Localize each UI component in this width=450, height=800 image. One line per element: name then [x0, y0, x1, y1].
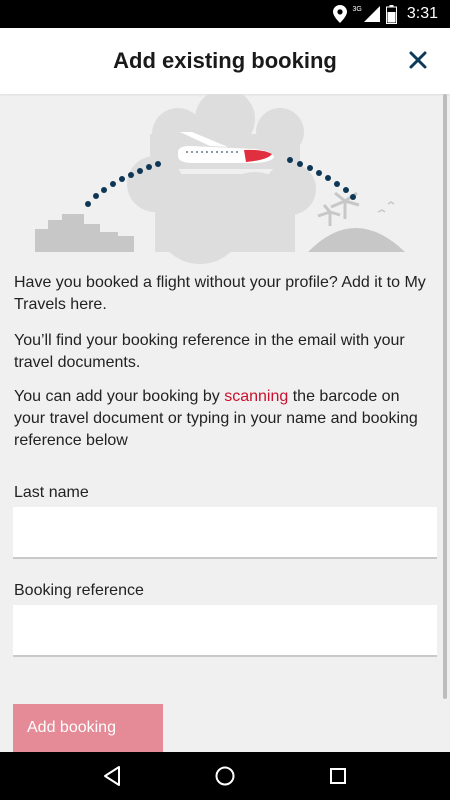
intro-text-3-start: You can add your booking by	[14, 388, 225, 405]
cloud-icon	[127, 94, 316, 264]
status-bar: 3G 3:31	[0, 0, 450, 28]
scrollbar[interactable]	[443, 94, 447, 699]
status-time: 3:31	[406, 5, 438, 22]
add-booking-button[interactable]: Add booking	[13, 704, 163, 752]
screen: 3G 3:31 Add existing booking Have you bo…	[0, 0, 450, 800]
battery-icon	[385, 4, 397, 24]
back-button[interactable]	[97, 761, 127, 791]
flight-illustration	[35, 94, 405, 264]
island-icon	[308, 191, 405, 252]
home-button[interactable]	[210, 761, 240, 791]
recents-button[interactable]	[323, 761, 353, 791]
booking-reference-label: Booking reference	[14, 582, 144, 599]
intro-text-3: You can add your booking by scanning the…	[14, 386, 434, 452]
signal-icon	[363, 6, 380, 22]
scanning-link[interactable]: scanning	[224, 388, 288, 405]
intro-text-2: You’ll find your booking reference in th…	[14, 332, 405, 371]
network-type: 3G	[352, 5, 362, 13]
app-bar: Add existing booking	[0, 28, 450, 94]
back-icon	[103, 766, 120, 786]
intro-text-1: Have you booked a flight without your pr…	[14, 274, 426, 313]
close-icon	[409, 51, 427, 69]
close-button[interactable]	[404, 46, 432, 74]
last-name-label: Last name	[14, 484, 89, 501]
nav-bar	[0, 752, 450, 800]
booking-reference-field[interactable]	[13, 605, 437, 657]
city-skyline-icon	[35, 214, 134, 252]
location-icon	[332, 5, 347, 23]
content-area[interactable]: Have you booked a flight without your pr…	[0, 94, 450, 752]
page-title: Add existing booking	[113, 48, 337, 73]
home-icon	[215, 766, 235, 786]
last-name-field[interactable]	[13, 507, 437, 559]
recents-icon	[330, 768, 347, 784]
